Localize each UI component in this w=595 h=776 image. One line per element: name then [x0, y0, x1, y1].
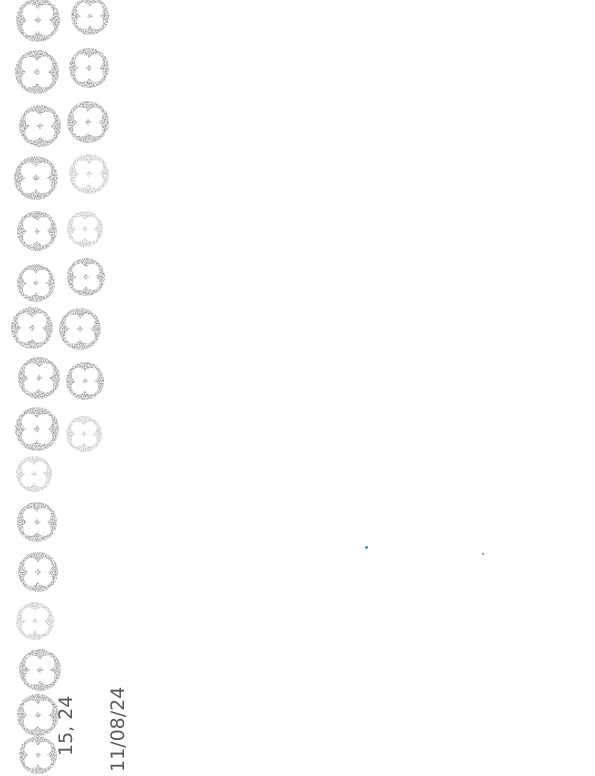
note-line-2: 11/08/24 [107, 687, 129, 772]
stamp-right-8 [66, 362, 104, 400]
stamp-left-5 [17, 211, 57, 251]
stamp-left-6 [17, 264, 55, 302]
stamp-left-11 [17, 502, 57, 542]
stamp-right-3 [67, 101, 109, 143]
ink-speck [482, 553, 484, 555]
stamp-left-16 [19, 736, 57, 774]
stamp-right-4 [69, 154, 109, 194]
paper-sheet: 15, 24 11/08/24 [0, 0, 595, 776]
handwritten-note: 15, 24 [55, 696, 77, 756]
stamp-left-9 [15, 407, 59, 451]
stamp-left-15 [17, 694, 59, 736]
stamp-left-1 [16, 0, 60, 42]
stamp-left-10 [16, 456, 52, 492]
ink-speck [365, 546, 368, 549]
stamp-left-7 [11, 307, 53, 349]
handwritten-date: 11/08/24 [107, 687, 129, 772]
stamp-left-2 [15, 50, 59, 94]
stamp-right-6 [67, 258, 105, 296]
stamp-left-3 [19, 105, 61, 147]
stamp-left-8 [18, 357, 60, 399]
stamp-right-9 [66, 416, 102, 452]
note-line-1: 15, 24 [55, 696, 77, 756]
stamp-layer: 15, 24 11/08/24 [11, 0, 129, 774]
stamp-left-12 [18, 552, 58, 592]
stamp-right-2 [69, 48, 109, 88]
stamp-left-14 [19, 649, 61, 691]
stamp-right-7 [59, 308, 101, 350]
stamp-left-13 [16, 602, 54, 640]
stamp-right-5 [67, 211, 103, 247]
stamp-right-1 [71, 0, 109, 35]
stamp-left-4 [14, 156, 58, 200]
